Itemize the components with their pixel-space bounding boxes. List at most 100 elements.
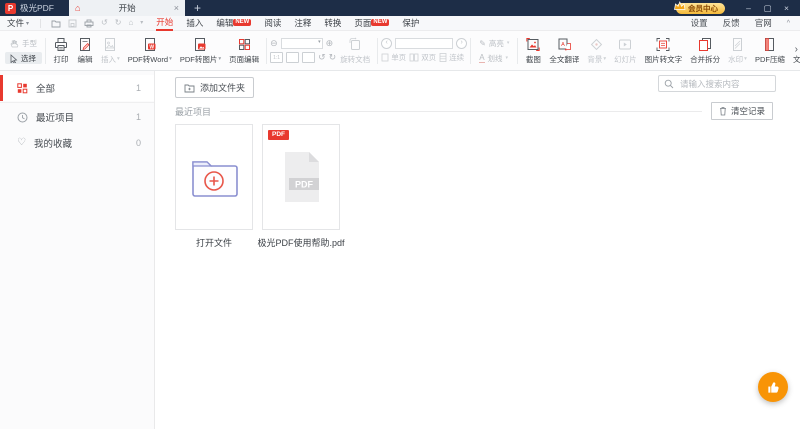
double-page-icon xyxy=(409,53,419,62)
settings-button[interactable]: 设置 xyxy=(691,17,708,29)
underline-button[interactable]: A 划线 ▾ xyxy=(474,52,514,64)
pdf-compress-button[interactable]: PDF压缩 xyxy=(751,37,789,65)
highlight-button[interactable]: ✎ 高亮 ▾ xyxy=(474,37,514,49)
tab-read[interactable]: 阅读 xyxy=(264,17,281,30)
app-name: 极光PDF xyxy=(20,3,55,13)
compress-icon xyxy=(765,37,775,51)
tab-insert[interactable]: 插入 xyxy=(186,17,203,30)
search-input[interactable] xyxy=(678,77,770,90)
image-to-text-icon xyxy=(656,37,670,51)
open-file-card[interactable]: 打开文件 xyxy=(175,124,253,248)
sidebar-item-all[interactable]: 全部 1 xyxy=(0,75,154,101)
print-button[interactable]: 打印 xyxy=(49,37,73,65)
continuous-button[interactable]: 连续 xyxy=(439,52,464,63)
tab-convert[interactable]: 转换 xyxy=(324,17,341,30)
open-file-icon[interactable] xyxy=(51,19,61,28)
tab-comment[interactable]: 注释 xyxy=(294,17,311,30)
document-tab[interactable]: ⌂ 开始 × xyxy=(69,0,186,16)
fit-width-button[interactable] xyxy=(286,52,300,63)
home-nav-icon[interactable]: ⌂ xyxy=(128,19,133,27)
new-tab-button[interactable]: + xyxy=(194,2,201,14)
heart-icon: ♡ xyxy=(17,137,26,148)
redo-icon[interactable]: ↻ xyxy=(115,19,122,27)
cursor-icon xyxy=(10,53,18,63)
double-page-button[interactable]: 双页 xyxy=(409,52,436,63)
tab-page[interactable]: 页面 NEW xyxy=(354,17,390,30)
hand-tool-button[interactable]: 手型 xyxy=(5,37,42,49)
maximize-button[interactable]: ▢ xyxy=(758,0,777,16)
next-page-icon[interactable]: › xyxy=(456,38,468,49)
edit-document-icon xyxy=(80,37,90,51)
sidebar-item-recent[interactable]: 最近项目 1 xyxy=(0,104,154,130)
sidebar-item-label: 我的收藏 xyxy=(33,139,72,150)
add-folder-button[interactable]: 添加文件夹 xyxy=(175,77,255,98)
fit-page-button[interactable] xyxy=(302,52,316,63)
single-page-icon xyxy=(381,53,389,62)
slideshow-button[interactable]: 幻灯片 xyxy=(610,37,641,65)
window-controls: – ▢ × xyxy=(739,0,796,16)
previous-page-icon[interactable]: ‹ xyxy=(381,38,393,49)
pdf-to-word-icon: W xyxy=(144,37,156,51)
customize-toolbar-icon[interactable]: ▾ xyxy=(140,20,143,26)
print-icon[interactable] xyxy=(84,19,94,28)
svg-text:W: W xyxy=(149,44,154,50)
recent-cards: 打开文件 PDF PDF 极光PDF使用帮助.pdf xyxy=(175,124,345,248)
tab-protect[interactable]: 保护 xyxy=(402,17,419,30)
chevron-down-icon: ▾ xyxy=(169,56,172,62)
save-icon[interactable] xyxy=(68,19,77,28)
zoom-out-icon[interactable]: ⊖ xyxy=(270,39,278,48)
rotate-left-icon[interactable]: ↺ xyxy=(318,53,326,62)
folder-plus-icon xyxy=(184,84,195,92)
page-nav-group: ‹ › 单页 双页 连续 xyxy=(381,38,468,63)
watermark-button[interactable]: 水印 ▾ xyxy=(724,37,751,65)
section-title: 最近项目 xyxy=(175,106,212,117)
pdf-to-image-button[interactable]: PDF转图片 ▾ xyxy=(176,37,225,65)
tab-edit[interactable]: 编辑 NEW xyxy=(216,17,252,30)
minimize-button[interactable]: – xyxy=(739,0,758,16)
feedback-fab-button[interactable] xyxy=(758,372,788,402)
clear-records-button[interactable]: 清空记录 xyxy=(710,102,773,120)
screenshot-button[interactable]: 截图 xyxy=(521,37,545,65)
recent-section-header: 最近项目 清空记录 xyxy=(175,102,773,120)
actual-size-button[interactable]: 1:1 xyxy=(270,52,284,63)
collapse-ribbon-icon[interactable]: ^ xyxy=(787,20,790,27)
printer-icon xyxy=(55,37,67,51)
edit-button[interactable]: 编辑 xyxy=(73,37,97,65)
menu-bar: 文件 ▾ ↺ ↻ ⌂ ▾ 开始 插入 编辑 NEW 阅读 注释 转换 页面 NEW … xyxy=(0,16,800,31)
translate-button[interactable]: A 全文翻译 xyxy=(545,37,583,65)
feedback-button[interactable]: 反馈 xyxy=(723,17,740,29)
page-edit-button[interactable]: 页面编辑 xyxy=(225,37,263,65)
toolbar-overflow-icon[interactable]: › xyxy=(795,44,798,55)
pdf-to-word-button[interactable]: W PDF转Word ▾ xyxy=(124,37,176,65)
screenshot-icon xyxy=(526,37,541,51)
main-area: 添加文件夹 最近项目 清空记录 打开文件 xyxy=(156,71,800,429)
tab-start[interactable]: 开始 xyxy=(156,16,174,31)
zoom-level-select[interactable]: ▾ xyxy=(280,38,323,49)
background-button[interactable]: 背景 ▾ xyxy=(583,37,610,65)
single-page-button[interactable]: 单页 xyxy=(381,52,406,63)
insert-button[interactable]: 插入 ▾ xyxy=(97,37,124,65)
undo-icon[interactable]: ↺ xyxy=(101,19,108,27)
official-site-button[interactable]: 官网 xyxy=(755,17,772,29)
sidebar-item-favorites[interactable]: ♡ 我的收藏 0 xyxy=(0,130,154,156)
member-center-button[interactable]: 会员中心 xyxy=(674,0,725,14)
search-icon xyxy=(664,79,674,88)
rotate-right-icon[interactable]: ↻ xyxy=(329,53,337,62)
tab-close-icon[interactable]: × xyxy=(174,3,179,13)
merge-split-button[interactable]: 合并拆分 xyxy=(686,37,724,65)
translate-icon: A xyxy=(558,38,572,51)
recent-file-card[interactable]: PDF PDF 极光PDF使用帮助.pdf xyxy=(257,124,345,248)
document-tab-title: 开始 xyxy=(118,3,136,13)
rotate-document-button[interactable]: 旋转文档 xyxy=(336,37,374,65)
clock-icon xyxy=(17,112,28,122)
image-to-text-button[interactable]: 图片转文字 xyxy=(641,37,687,65)
select-tool-button[interactable]: 选择 xyxy=(5,52,42,64)
watermark-icon xyxy=(733,37,743,51)
close-button[interactable]: × xyxy=(777,0,796,16)
file-menu[interactable]: 文件 ▾ xyxy=(7,17,29,29)
page-number-input[interactable] xyxy=(395,38,454,49)
zoom-in-icon[interactable]: ⊕ xyxy=(326,39,334,48)
merge-split-icon xyxy=(699,37,712,51)
divider xyxy=(45,37,46,64)
rotate-document-icon xyxy=(349,37,361,50)
